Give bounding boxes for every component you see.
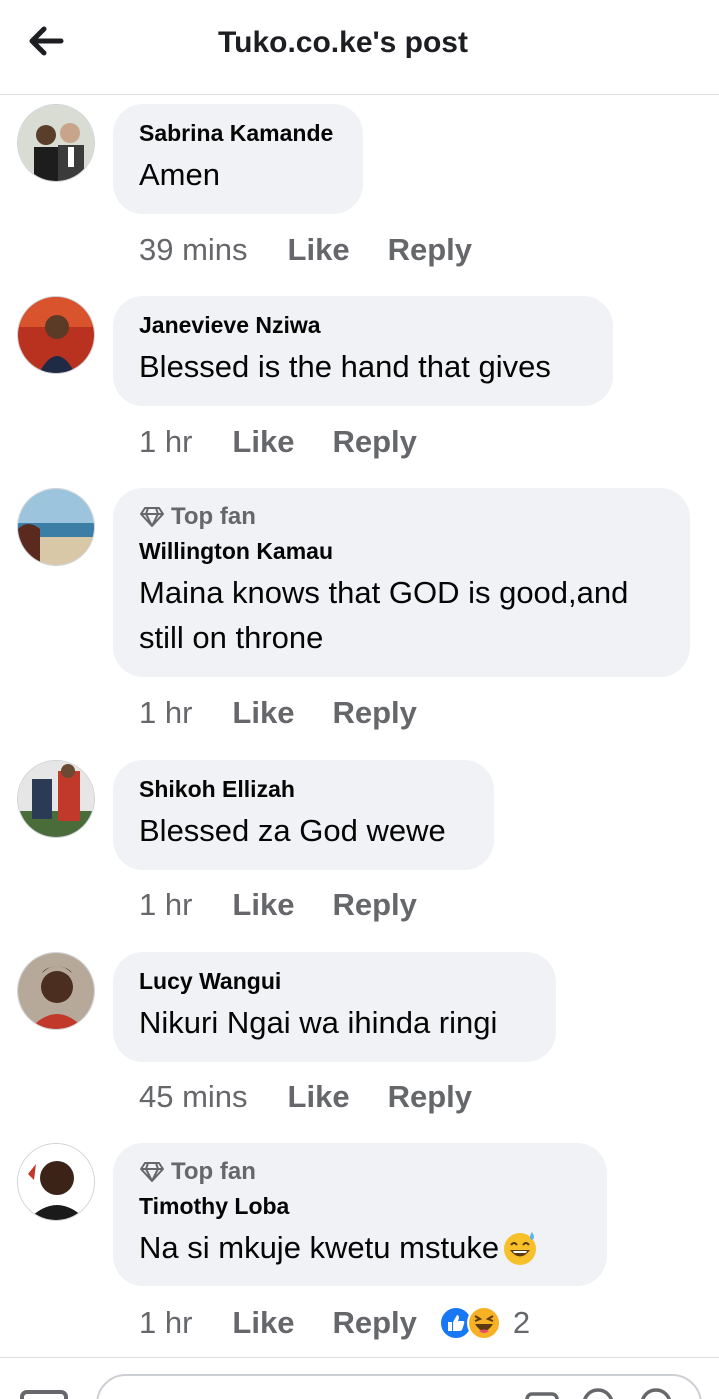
comment-time[interactable]: 1 hr bbox=[139, 887, 192, 923]
comment-bubble[interactable]: Lucy Wangui Nikuri Ngai wa ihinda ringi bbox=[113, 952, 556, 1062]
comment-text: Amen bbox=[139, 157, 220, 192]
comment-bubble[interactable]: Janevieve Nziwa Blessed is the hand that… bbox=[113, 296, 613, 406]
like-button[interactable]: Like bbox=[232, 695, 294, 731]
page-title: Tuko.co.ke's post bbox=[218, 26, 468, 59]
comment-actions: 1 hr Like Reply bbox=[139, 420, 417, 464]
avatar[interactable] bbox=[17, 760, 95, 838]
reply-button[interactable]: Reply bbox=[332, 887, 416, 923]
top-fan-label: Top fan bbox=[171, 1158, 256, 1185]
comment-author[interactable]: Shikoh Ellizah bbox=[139, 774, 468, 804]
comment-text: Nikuri Ngai wa ihinda ringi bbox=[139, 1005, 498, 1040]
reply-button[interactable]: Reply bbox=[388, 232, 472, 268]
comment-text: Blessed za God wewe bbox=[139, 813, 446, 848]
avatar[interactable] bbox=[17, 104, 95, 182]
comment-author[interactable]: Sabrina Kamande bbox=[139, 118, 337, 148]
diamond-icon bbox=[140, 507, 164, 527]
like-button[interactable]: Like bbox=[232, 424, 294, 460]
comment-time[interactable]: 45 mins bbox=[139, 1079, 248, 1115]
comment-author[interactable]: Willington Kamau bbox=[139, 536, 664, 566]
comment-text: Na si mkuje kwetu mstuke bbox=[139, 1225, 581, 1270]
comment-time[interactable]: 39 mins bbox=[139, 232, 248, 268]
comment-author[interactable]: Timothy Loba bbox=[139, 1191, 581, 1221]
reaction-count: 2 bbox=[512, 1305, 531, 1340]
comment-time[interactable]: 1 hr bbox=[139, 695, 192, 731]
attachment-icon[interactable] bbox=[18, 1388, 72, 1399]
comment-actions: 45 mins Like Reply bbox=[139, 1075, 472, 1119]
reply-button[interactable]: Reply bbox=[332, 695, 416, 731]
comment-bubble[interactable]: Sabrina Kamande Amen bbox=[113, 104, 363, 214]
top-fan-label: Top fan bbox=[171, 503, 256, 530]
comment-text: Blessed is the hand that gives bbox=[139, 349, 551, 384]
avatar[interactable] bbox=[17, 488, 95, 566]
comment-text: Maina knows that GOD is good,and still o… bbox=[139, 570, 664, 660]
comment-author[interactable]: Janevieve Nziwa bbox=[139, 310, 587, 340]
comment-bubble[interactable]: Top fan Timothy Loba Na si mkuje kwetu m… bbox=[113, 1143, 607, 1286]
comment-text-line: Maina knows that GOD is good,and bbox=[139, 575, 629, 610]
comment-time[interactable]: 1 hr bbox=[139, 424, 192, 460]
like-button[interactable]: Like bbox=[288, 1079, 350, 1115]
comment-composer bbox=[0, 1357, 719, 1399]
comment-author[interactable]: Lucy Wangui bbox=[139, 966, 530, 996]
camera-icon[interactable] bbox=[524, 1388, 560, 1399]
top-fan-badge: Top fan bbox=[139, 502, 664, 532]
comment-bubble[interactable]: Top fan Willington Kamau Maina knows tha… bbox=[113, 488, 690, 677]
haha-reaction-icon bbox=[466, 1306, 501, 1340]
comment-actions: 1 hr Like Reply 2 bbox=[139, 1301, 530, 1345]
like-button[interactable]: Like bbox=[288, 232, 350, 268]
sticker-icon[interactable] bbox=[638, 1386, 674, 1399]
diamond-icon bbox=[140, 1162, 164, 1182]
comment-bubble[interactable]: Shikoh Ellizah Blessed za God wewe bbox=[113, 760, 494, 870]
grinning-sweat-emoji bbox=[504, 1231, 537, 1265]
avatar[interactable] bbox=[17, 296, 95, 374]
comment-actions: 39 mins Like Reply bbox=[139, 228, 472, 272]
comment-time[interactable]: 1 hr bbox=[139, 1305, 192, 1341]
reactions-summary[interactable]: 2 bbox=[438, 1305, 531, 1341]
top-fan-badge: Top fan bbox=[139, 1157, 581, 1187]
comment-input[interactable] bbox=[96, 1374, 702, 1399]
avatar[interactable] bbox=[17, 1143, 95, 1221]
like-button[interactable]: Like bbox=[232, 887, 294, 923]
gif-icon[interactable] bbox=[580, 1386, 616, 1399]
reply-button[interactable]: Reply bbox=[388, 1079, 472, 1115]
comment-actions: 1 hr Like Reply bbox=[139, 691, 417, 735]
reply-button[interactable]: Reply bbox=[332, 1305, 416, 1341]
comment-actions: 1 hr Like Reply bbox=[139, 883, 417, 927]
top-bar: Tuko.co.ke's post bbox=[0, 0, 719, 95]
avatar[interactable] bbox=[17, 952, 95, 1030]
comment-text-line: still on throne bbox=[139, 620, 324, 655]
reply-button[interactable]: Reply bbox=[332, 424, 416, 460]
like-button[interactable]: Like bbox=[232, 1305, 294, 1341]
comment-text-content: Na si mkuje kwetu mstuke bbox=[139, 1230, 500, 1265]
